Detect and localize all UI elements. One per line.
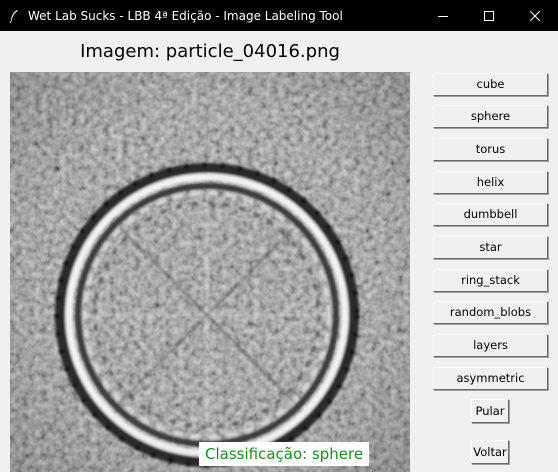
title-bar[interactable]: Wet Lab Sucks - LBB 4ª Edição - Image La… [0, 0, 558, 31]
feather-icon [8, 8, 20, 24]
class-button-torus[interactable]: torus [433, 138, 548, 161]
minimize-icon [438, 15, 448, 17]
class-button-star[interactable]: star [433, 236, 548, 259]
minimize-button[interactable] [420, 0, 466, 31]
close-button[interactable] [512, 0, 558, 31]
class-button-helix[interactable]: helix [433, 171, 548, 194]
close-icon [530, 10, 540, 21]
class-button-layers[interactable]: layers [433, 334, 548, 357]
particle-image [10, 72, 410, 472]
image-title: Imagem: particle_04016.png [80, 41, 340, 62]
app-window: Wet Lab Sucks - LBB 4ª Edição - Image La… [0, 0, 558, 472]
class-button-ring-stack[interactable]: ring_stack [433, 269, 548, 292]
back-button[interactable]: Voltar [471, 440, 509, 464]
classification-label: Classificação: sphere [199, 442, 370, 466]
class-button-dumbbell[interactable]: dumbbell [433, 203, 548, 226]
maximize-button[interactable] [466, 0, 512, 31]
class-button-asymmetric[interactable]: asymmetric [433, 367, 548, 390]
skip-button[interactable]: Pular [471, 399, 509, 423]
class-button-random-blobs[interactable]: random_blobs [433, 301, 548, 324]
maximize-icon [484, 10, 494, 21]
window-title: Wet Lab Sucks - LBB 4ª Edição - Image La… [28, 9, 343, 23]
class-button-sphere[interactable]: sphere [433, 105, 548, 128]
class-button-cube[interactable]: cube [433, 73, 548, 96]
